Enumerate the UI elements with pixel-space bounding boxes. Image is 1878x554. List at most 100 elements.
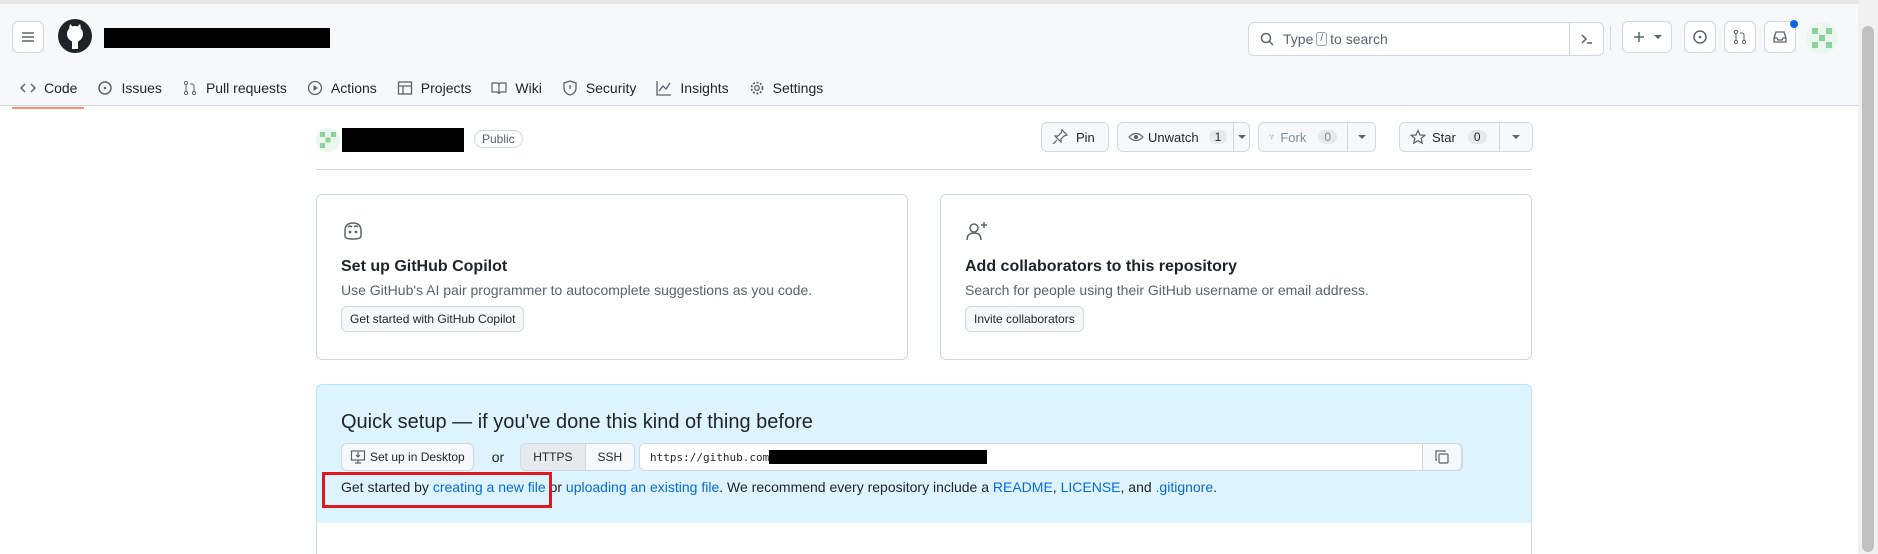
period-text: . bbox=[1213, 479, 1218, 495]
gitignore-link[interactable]: .gitignore bbox=[1156, 479, 1214, 495]
star-count: 0 bbox=[1467, 130, 1487, 144]
notification-dot bbox=[1790, 20, 1798, 28]
star-label: Star bbox=[1432, 129, 1456, 145]
triangle-down-icon bbox=[1237, 135, 1246, 139]
scrollbar-thumb[interactable] bbox=[1862, 26, 1874, 552]
tab-label: Wiki bbox=[515, 80, 542, 96]
ssh-option[interactable]: SSH bbox=[585, 444, 635, 470]
search-shortcut-key: / bbox=[1316, 32, 1328, 46]
avatar[interactable] bbox=[1806, 22, 1838, 54]
star-button[interactable]: Star 0 bbox=[1399, 122, 1533, 152]
setup-in-desktop-button[interactable]: Set up in Desktop bbox=[341, 443, 474, 471]
search-input[interactable]: Type / to search bbox=[1248, 22, 1604, 56]
copy-icon bbox=[1435, 450, 1449, 464]
shield-icon bbox=[563, 80, 577, 96]
header-divider bbox=[1610, 26, 1611, 50]
redacted-url-path bbox=[769, 450, 988, 464]
play-icon bbox=[307, 80, 323, 96]
copy-url-button[interactable] bbox=[1422, 443, 1462, 471]
star-dropdown-caret[interactable] bbox=[1498, 123, 1532, 151]
protocol-toggle: HTTPS SSH bbox=[520, 443, 636, 471]
desktop-download-icon bbox=[350, 450, 366, 464]
command-palette-button[interactable] bbox=[1569, 23, 1603, 55]
owner-avatar[interactable] bbox=[316, 128, 340, 152]
tab-projects[interactable]: Projects bbox=[387, 72, 482, 104]
or-separator: or bbox=[491, 449, 505, 465]
fork-label: Fork bbox=[1280, 129, 1307, 145]
quick-setup-title: Quick setup — if you've done this kind o… bbox=[341, 411, 813, 433]
tab-label: Settings bbox=[772, 80, 824, 96]
and-text: , and bbox=[1120, 479, 1152, 495]
clone-url-input[interactable]: https://github.com bbox=[639, 443, 1463, 471]
license-link[interactable]: LICENSE bbox=[1061, 479, 1121, 495]
get-started-copilot-button[interactable]: Get started with GitHub Copilot bbox=[341, 306, 525, 332]
tab-label: Security bbox=[585, 80, 637, 96]
git-pull-request-icon bbox=[1733, 29, 1747, 45]
unwatch-button[interactable]: Unwatch 1 bbox=[1117, 122, 1250, 152]
unwatch-label: Unwatch bbox=[1148, 129, 1199, 145]
redacted-repo-path bbox=[104, 28, 330, 48]
repo-title-bar: Public Pin Unwatch 1 Fork 0 Star 0 bbox=[316, 118, 1533, 170]
pin-label: Pin bbox=[1076, 129, 1095, 145]
terminal-icon bbox=[1580, 34, 1592, 44]
tab-label: Code bbox=[44, 80, 78, 96]
issue-opened-icon bbox=[1693, 30, 1707, 44]
repo-forked-icon bbox=[1269, 134, 1274, 140]
search-placeholder-prefix: Type bbox=[1283, 31, 1314, 47]
tab-settings[interactable]: Settings bbox=[739, 72, 834, 104]
triangle-down-icon bbox=[1511, 135, 1520, 139]
code-icon bbox=[20, 83, 36, 93]
uploading-existing-file-link[interactable]: uploading an existing file bbox=[566, 479, 719, 495]
book-icon bbox=[491, 82, 507, 95]
triangle-down-icon bbox=[1357, 135, 1366, 139]
plus-icon bbox=[1634, 32, 1644, 42]
collaborators-card: Add collaborators to this repository Sea… bbox=[940, 194, 1532, 360]
collaborators-card-description: Search for people using their GitHub use… bbox=[965, 282, 1369, 298]
tab-label: Projects bbox=[420, 80, 472, 96]
tab-code[interactable]: Code bbox=[10, 72, 87, 104]
redacted-repo-name bbox=[342, 128, 464, 152]
open-menu-button[interactable] bbox=[12, 21, 44, 53]
copilot-card-description: Use GitHub's AI pair programmer to autoc… bbox=[341, 282, 813, 298]
readme-link[interactable]: README bbox=[993, 479, 1053, 495]
tab-pull-requests[interactable]: Pull requests bbox=[172, 72, 297, 104]
tab-issues[interactable]: Issues bbox=[87, 72, 171, 104]
issues-button[interactable] bbox=[1684, 21, 1716, 53]
gear-icon bbox=[750, 81, 764, 95]
create-new-button[interactable] bbox=[1622, 21, 1672, 53]
page-scrollbar[interactable] bbox=[1858, 0, 1878, 554]
highlight-annotation-box bbox=[322, 472, 552, 508]
watch-count: 1 bbox=[1208, 130, 1228, 144]
fork-button[interactable]: Fork 0 bbox=[1258, 122, 1376, 152]
https-option[interactable]: HTTPS bbox=[521, 444, 586, 470]
git-pull-request-icon bbox=[183, 80, 197, 96]
tab-wiki[interactable]: Wiki bbox=[481, 72, 551, 104]
tab-label: Actions bbox=[330, 80, 377, 96]
pull-requests-button[interactable] bbox=[1724, 21, 1756, 53]
repo-tabs: Code Issues Pull requests Actions Projec… bbox=[10, 72, 833, 110]
tab-label: Insights bbox=[680, 80, 729, 96]
tab-actions[interactable]: Actions bbox=[297, 72, 387, 104]
watch-dropdown-caret[interactable] bbox=[1233, 123, 1249, 151]
visibility-badge: Public bbox=[474, 130, 523, 148]
fork-dropdown-caret[interactable] bbox=[1347, 123, 1375, 151]
triangle-down-icon bbox=[1654, 35, 1662, 39]
eye-icon bbox=[1128, 132, 1144, 142]
tab-security[interactable]: Security bbox=[552, 72, 647, 104]
active-tab-indicator bbox=[12, 107, 84, 109]
collaborators-card-title: Add collaborators to this repository bbox=[965, 258, 1238, 275]
star-icon bbox=[1410, 129, 1426, 145]
global-header: Type / to search Code Issues Pull reques… bbox=[0, 0, 1858, 109]
invite-collaborators-button[interactable]: Invite collaborators bbox=[965, 306, 1084, 332]
clone-url-text: https://github.com bbox=[650, 450, 770, 464]
fork-count: 0 bbox=[1318, 130, 1337, 144]
recommend-text: . We recommend every repository include … bbox=[719, 479, 989, 495]
search-icon bbox=[1260, 32, 1274, 46]
pin-button[interactable]: Pin bbox=[1041, 122, 1109, 152]
person-add-icon bbox=[966, 222, 987, 241]
search-placeholder-suffix: to search bbox=[1330, 31, 1388, 47]
github-logo-icon[interactable] bbox=[58, 19, 92, 53]
tab-label: Pull requests bbox=[205, 80, 287, 96]
graph-icon bbox=[656, 81, 672, 96]
tab-insights[interactable]: Insights bbox=[646, 72, 738, 104]
